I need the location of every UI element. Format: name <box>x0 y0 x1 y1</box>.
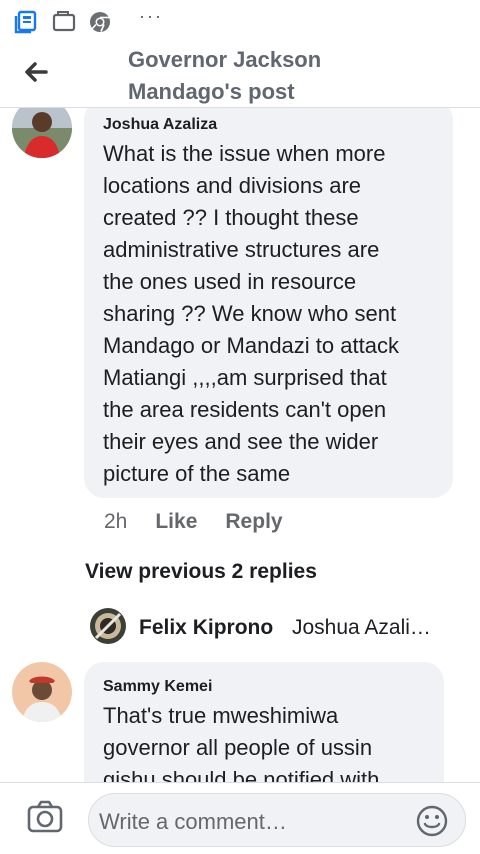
back-arrow-icon[interactable] <box>20 56 52 88</box>
wallet-icon <box>52 10 76 39</box>
comment-bubble[interactable]: Joshua Azaliza What is the issue when mo… <box>84 108 453 498</box>
news-app-icon <box>14 10 38 39</box>
comment-input-placeholder: Write a comment… <box>99 809 287 834</box>
page-title: Governor Jackson Mandago's post <box>128 47 322 104</box>
emoji-icon[interactable] <box>415 804 449 838</box>
comment-input[interactable]: Write a comment… <box>88 793 466 847</box>
view-previous-replies-link[interactable]: View previous 2 replies <box>85 560 317 584</box>
post-header: Governor Jackson Mandago's post <box>0 40 480 108</box>
comment-author[interactable]: Joshua Azaliza <box>103 116 217 134</box>
camera-icon[interactable] <box>26 799 64 835</box>
like-button[interactable]: Like <box>155 510 197 534</box>
comment-text: That's true mweshimiwa governor all peop… <box>103 703 380 782</box>
avatar-joshua-azaliza[interactable] <box>12 108 72 158</box>
reply-text: Joshua Azali… <box>292 616 431 639</box>
comment-composer: Write a comment… <box>0 782 480 854</box>
reply-preview[interactable]: Felix Kiprono Joshua Azali… <box>90 608 460 644</box>
reply-button[interactable]: Reply <box>225 510 282 534</box>
more-icon: ··· <box>139 6 163 26</box>
avatar-sammy-kemei[interactable] <box>12 662 72 722</box>
comment-author[interactable]: Sammy Kemei <box>103 678 212 696</box>
comment-bubble[interactable]: Sammy Kemei That's true mweshimiwa gover… <box>84 662 444 782</box>
comments-feed[interactable]: Joshua Azaliza What is the issue when mo… <box>0 108 480 782</box>
comment-timestamp: 2h <box>104 510 128 533</box>
status-bar: ··· <box>0 0 480 40</box>
chrome-icon <box>88 10 112 39</box>
reply-author[interactable]: Felix Kiprono <box>139 616 273 640</box>
comment-text: What is the issue when more locations an… <box>103 141 399 486</box>
avatar-felix-kiprono[interactable] <box>90 608 126 644</box>
comment-actions: 2h Like Reply <box>104 510 311 534</box>
